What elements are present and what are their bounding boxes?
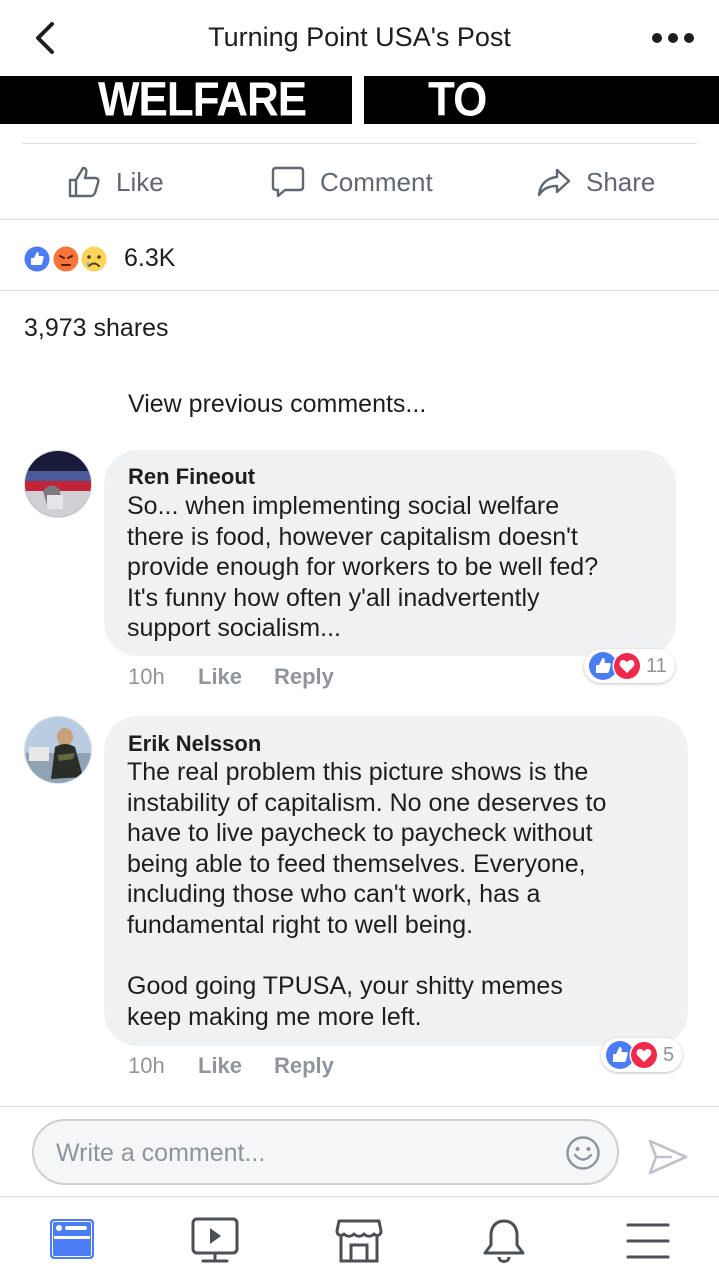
marketplace-icon bbox=[335, 1219, 383, 1263]
like-button[interactable]: Like bbox=[66, 162, 164, 202]
emoji-icon[interactable] bbox=[565, 1135, 601, 1171]
comment-timestamp: 10h bbox=[128, 1053, 165, 1078]
post-image[interactable]: WELFARE TO PAYCHECK bbox=[0, 76, 719, 124]
comment-author[interactable]: Ren Fineout bbox=[128, 464, 255, 490]
love-reaction-icon bbox=[629, 1040, 659, 1070]
view-previous-comments-link[interactable]: View previous comments... bbox=[128, 390, 426, 419]
post-action-bar: Like Comment Share bbox=[0, 124, 719, 220]
sad-reaction-icon bbox=[80, 245, 108, 273]
news-feed-icon bbox=[50, 1219, 94, 1259]
top-navigation-bar: Turning Point USA's Post bbox=[0, 0, 719, 76]
more-dots-icon bbox=[652, 33, 694, 43]
avatar-image bbox=[25, 451, 91, 517]
comment-composer: Write a comment... bbox=[0, 1106, 719, 1196]
comment-input-placeholder: Write a comment... bbox=[56, 1139, 266, 1167]
share-arrow-icon bbox=[537, 168, 571, 197]
comment-meta: 10h Like Reply bbox=[128, 1053, 334, 1079]
tab-marketplace[interactable] bbox=[333, 1215, 385, 1267]
avatar-image bbox=[25, 717, 91, 783]
tab-news-feed[interactable] bbox=[46, 1215, 98, 1267]
menu-icon bbox=[626, 1223, 670, 1259]
more-options-button[interactable] bbox=[649, 24, 697, 52]
comment-reply-button[interactable]: Reply bbox=[274, 1053, 334, 1079]
comment-text: So... when implementing social welfare t… bbox=[127, 492, 599, 643]
comment-reactions-badge[interactable]: 5 bbox=[601, 1038, 683, 1072]
meme-divider bbox=[352, 76, 364, 124]
avatar[interactable] bbox=[24, 716, 92, 784]
comment-reaction-count: 5 bbox=[663, 1043, 675, 1066]
meme-right-caption: TO PAYCHECK bbox=[428, 76, 661, 124]
comment-reply-button[interactable]: Reply bbox=[274, 664, 334, 690]
page-title: Turning Point USA's Post bbox=[208, 22, 511, 52]
watch-icon bbox=[191, 1217, 239, 1263]
comment-text: The real problem this picture shows is t… bbox=[127, 758, 607, 1031]
reactions-summary[interactable]: 6.3K bbox=[0, 220, 719, 291]
share-label: Share bbox=[586, 166, 656, 197]
tab-menu[interactable] bbox=[622, 1215, 674, 1267]
comment-reactions-badge[interactable]: 11 bbox=[584, 649, 675, 683]
divider bbox=[22, 143, 697, 144]
share-button[interactable]: Share bbox=[536, 162, 655, 202]
like-label: Like bbox=[116, 166, 164, 197]
comment-like-button[interactable]: Like bbox=[198, 1053, 274, 1079]
thumbs-up-icon bbox=[68, 166, 100, 198]
tab-notifications[interactable] bbox=[478, 1215, 530, 1267]
reaction-icons bbox=[23, 245, 108, 273]
send-icon[interactable] bbox=[646, 1137, 690, 1177]
comment-author[interactable]: Erik Nelsson bbox=[128, 731, 261, 757]
comment-like-button[interactable]: Like bbox=[198, 664, 274, 690]
comment-reaction-count: 11 bbox=[646, 654, 667, 677]
comment-timestamp: 10h bbox=[128, 664, 165, 689]
tab-watch[interactable] bbox=[189, 1215, 241, 1267]
comment-bubble-icon bbox=[271, 166, 305, 198]
comment-input[interactable]: Write a comment... bbox=[32, 1119, 619, 1185]
reaction-count: 6.3K bbox=[124, 244, 176, 272]
shares-count[interactable]: 3,973 shares bbox=[24, 314, 169, 343]
avatar[interactable] bbox=[24, 450, 92, 518]
comment-label: Comment bbox=[320, 166, 433, 197]
angry-reaction-icon bbox=[52, 245, 80, 273]
like-reaction-icon bbox=[23, 245, 51, 273]
notifications-icon bbox=[483, 1219, 525, 1263]
love-reaction-icon bbox=[612, 651, 642, 681]
meme-left-caption: WELFARE bbox=[98, 76, 307, 124]
comment-meta: 10h Like Reply bbox=[128, 664, 334, 690]
comment-button[interactable]: Comment bbox=[270, 162, 433, 202]
bottom-tab-bar bbox=[0, 1196, 719, 1280]
